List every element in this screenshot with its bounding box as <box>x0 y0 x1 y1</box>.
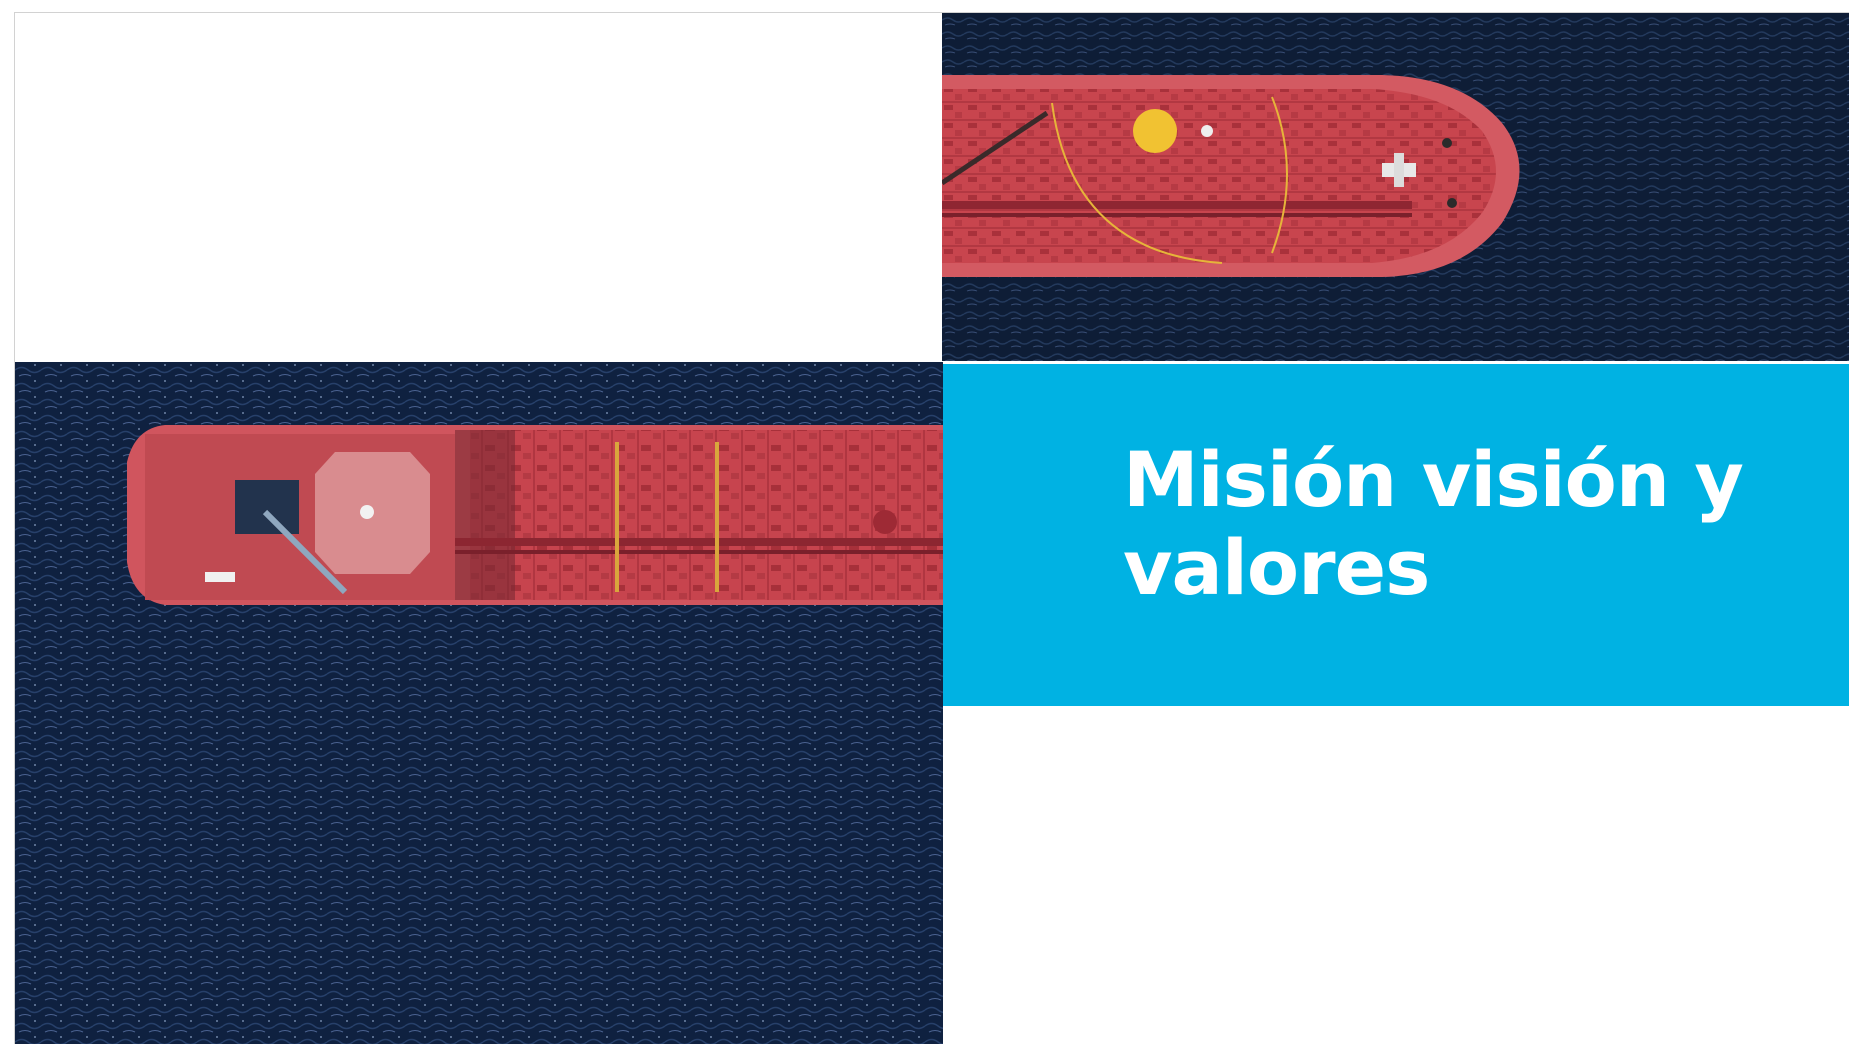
tanker-bow-photo <box>942 13 1849 361</box>
slide: Misión visión y valores <box>14 12 1849 1044</box>
slide-title: Misión visión y valores <box>1123 435 1744 612</box>
title-block: Misión visión y valores <box>943 364 1849 706</box>
page: Misión visión y valores <box>0 0 1849 1044</box>
tanker-stern-photo <box>15 362 943 1044</box>
